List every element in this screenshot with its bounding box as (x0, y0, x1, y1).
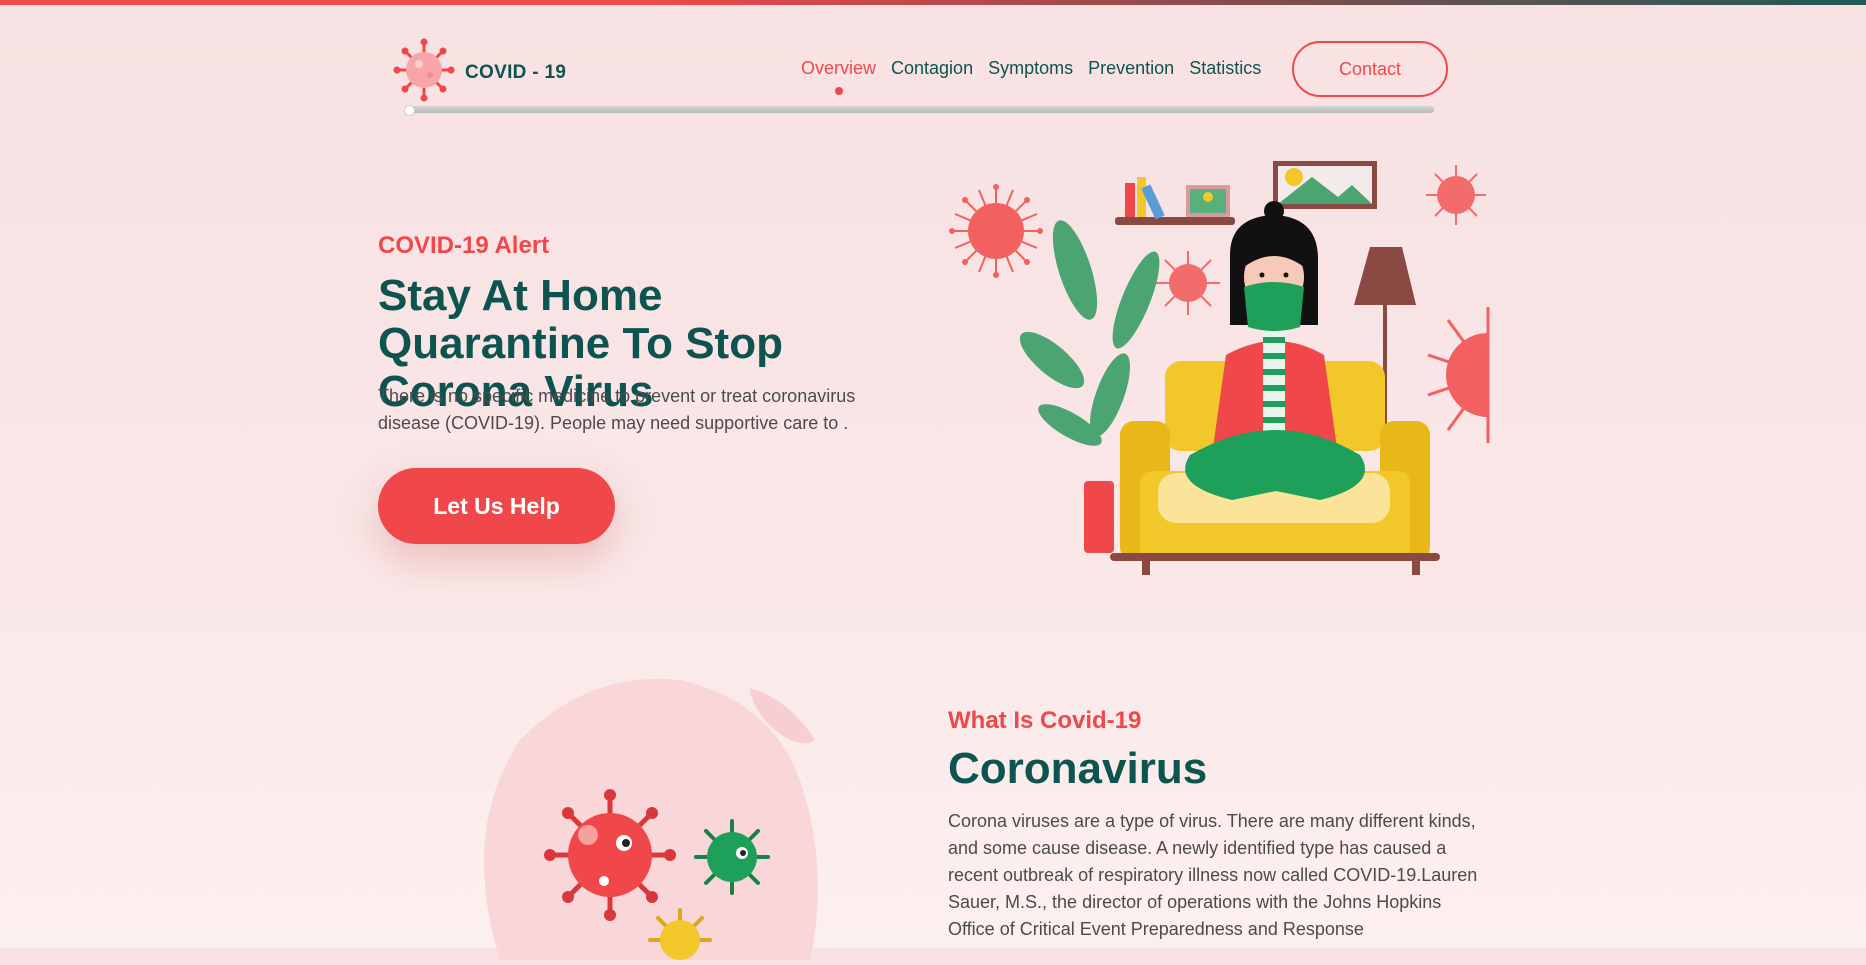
about-kicker: What Is Covid-19 (948, 707, 1142, 734)
nav-statistics[interactable]: Statistics (1189, 58, 1261, 79)
about-title: Coronavirus (948, 744, 1208, 793)
hero-description: There is no specific medicine to prevent… (378, 386, 856, 433)
hero-kicker: COVID-19 Alert (378, 232, 550, 259)
active-indicator-dot (834, 87, 843, 95)
nav-prevention[interactable]: Prevention (1088, 58, 1174, 79)
virus-blob-illustration (440, 670, 860, 965)
virus-icon (393, 38, 455, 107)
brand-logo[interactable]: COVID - 19 (393, 38, 566, 107)
horizontal-scrollbar[interactable] (404, 105, 1434, 116)
nav-symptoms[interactable]: Symptoms (988, 58, 1073, 79)
quarantine-illustration (940, 155, 1500, 590)
contact-button[interactable]: Contact (1292, 41, 1448, 97)
let-us-help-button[interactable]: Let Us Help (378, 468, 615, 544)
nav-overview-label: Overview (801, 58, 877, 78)
nav-contagion[interactable]: Contagion (891, 58, 973, 79)
brand-name: COVID - 19 (465, 61, 567, 83)
main-nav: Overview Contagion Symptoms Prevention S… (801, 58, 1261, 95)
top-accent-bar (0, 0, 1866, 5)
about-description: Corona viruses are a type of virus. Ther… (948, 811, 1478, 939)
nav-overview[interactable]: Overview (801, 58, 877, 95)
scrollbar-thumb[interactable] (404, 105, 415, 116)
